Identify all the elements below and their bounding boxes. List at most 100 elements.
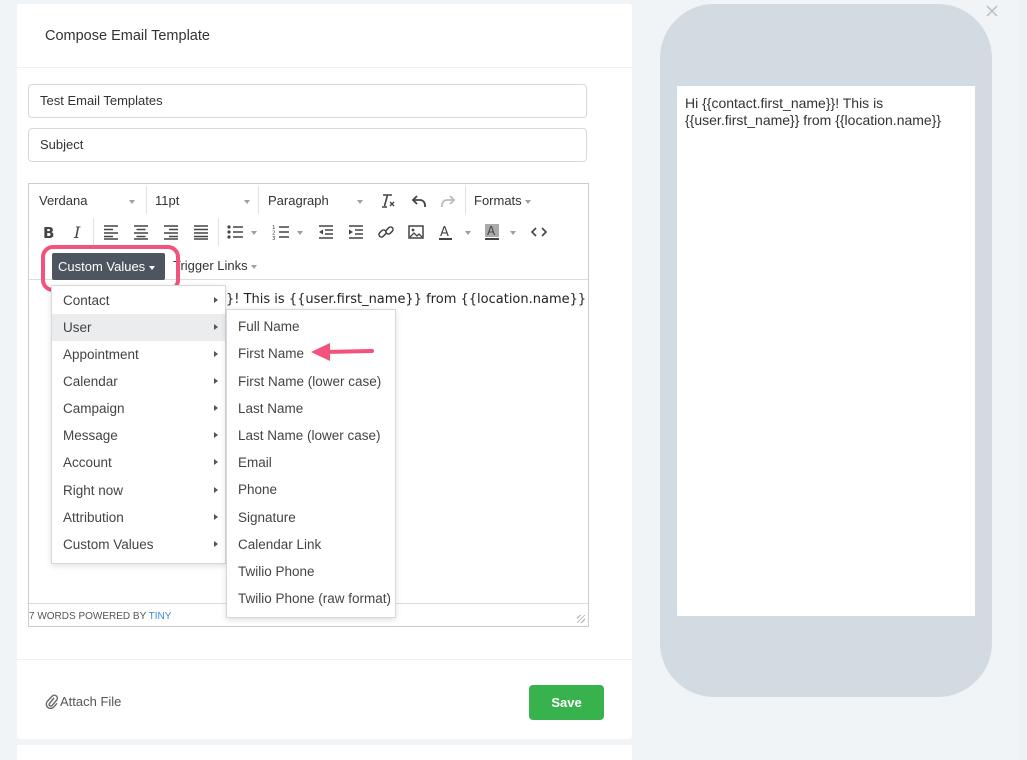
submenu-arrow-icon <box>214 432 218 438</box>
resize-handle-icon[interactable] <box>577 615 585 623</box>
undo-icon[interactable] <box>410 192 428 210</box>
attach-file-link[interactable]: Attach File <box>45 694 122 710</box>
trigger-links-label: Trigger Links <box>173 258 248 273</box>
menu-item-message[interactable]: Message <box>52 422 225 449</box>
paperclip-icon <box>45 694 59 710</box>
font-family-label: Verdana <box>39 193 88 208</box>
submenu-item-first-name-lower[interactable]: First Name (lower case) <box>227 368 395 395</box>
submenu-item-twilio-phone[interactable]: Twilio Phone <box>227 558 395 585</box>
menu-item-appointment[interactable]: Appointment <box>52 341 225 368</box>
menu-item-label: Appointment <box>63 347 139 362</box>
align-justify-icon[interactable] <box>192 223 210 241</box>
block-format-label: Paragraph <box>268 193 329 208</box>
email-preview-screen: Hi {{contact.first_name}}! This is {{use… <box>677 86 975 616</box>
toolbar-divider <box>93 218 94 246</box>
submenu-arrow-icon <box>214 459 218 465</box>
font-size-caret-icon <box>244 200 250 204</box>
template-name-input[interactable]: Test Email Templates <box>28 84 587 118</box>
outdent-icon[interactable] <box>317 223 335 241</box>
toolbar-divider <box>146 186 147 214</box>
svg-text:A: A <box>440 225 449 240</box>
bold-icon[interactable]: B <box>40 223 58 241</box>
svg-text:I: I <box>73 223 81 241</box>
save-button[interactable]: Save <box>529 685 604 720</box>
bullet-list-icon[interactable] <box>226 223 244 241</box>
formats-menu[interactable]: Formats <box>474 192 532 210</box>
numbered-list-icon[interactable]: 123 <box>272 223 290 241</box>
menu-item-account[interactable]: Account <box>52 449 225 476</box>
menu-item-user[interactable]: User <box>52 314 225 341</box>
align-right-icon[interactable] <box>162 223 180 241</box>
menu-item-label: Calendar <box>63 374 118 389</box>
indent-icon[interactable] <box>347 223 365 241</box>
submenu-arrow-icon <box>214 405 218 411</box>
block-format-caret-icon <box>357 200 363 204</box>
italic-icon[interactable]: I <box>69 223 87 241</box>
footer-divider <box>17 659 632 660</box>
submenu-item-twilio-phone-raw[interactable]: Twilio Phone (raw format) <box>227 585 395 612</box>
menu-item-custom-values[interactable]: Custom Values <box>52 531 225 558</box>
submenu-arrow-icon <box>214 487 218 493</box>
menu-item-label: User <box>63 320 92 335</box>
font-size-label: 11pt <box>155 193 180 208</box>
toolbar-divider <box>218 218 219 246</box>
submenu-arrow-icon <box>214 514 218 520</box>
submenu-arrow-icon <box>214 378 218 384</box>
subject-input[interactable]: Subject <box>28 128 587 162</box>
svg-text:B: B <box>43 224 54 241</box>
font-family-caret-icon <box>129 200 135 204</box>
submenu-item-signature[interactable]: Signature <box>227 504 395 531</box>
text-color-icon[interactable]: A <box>437 223 455 241</box>
close-icon[interactable] <box>985 4 999 18</box>
header-divider <box>17 67 632 68</box>
formats-caret-icon <box>525 199 532 204</box>
menu-item-attribution[interactable]: Attribution <box>52 504 225 531</box>
attach-file-label: Attach File <box>60 694 122 709</box>
font-size-select[interactable]: 11pt <box>155 192 179 210</box>
align-center-icon[interactable] <box>132 223 150 241</box>
menu-item-campaign[interactable]: Campaign <box>52 395 225 422</box>
word-count: 7 WORDS POWERED BY <box>29 611 149 622</box>
menu-item-label: Account <box>63 455 112 470</box>
submenu-item-full-name[interactable]: Full Name <box>227 313 395 340</box>
submenu-item-calendar-link[interactable]: Calendar Link <box>227 531 395 558</box>
block-format-select[interactable]: Paragraph <box>268 192 329 210</box>
background-color-icon[interactable]: A <box>483 223 501 241</box>
numbered-list-caret-icon[interactable] <box>297 231 303 235</box>
submenu-item-email[interactable]: Email <box>227 449 395 476</box>
menu-item-contact[interactable]: Contact <box>52 287 225 314</box>
submenu-arrow-icon <box>214 351 218 357</box>
page-scroll-track <box>1019 0 1027 760</box>
menu-item-label: Campaign <box>63 401 125 416</box>
font-family-select[interactable]: Verdana <box>39 192 87 210</box>
menu-item-right-now[interactable]: Right now <box>52 477 225 504</box>
trigger-links-caret-icon <box>251 264 258 269</box>
svg-text:A: A <box>487 224 496 238</box>
card-title: Compose Email Template <box>45 28 210 44</box>
custom-values-dropdown: Contact User Appointment Calendar Campai… <box>51 285 226 564</box>
editor-body-text[interactable]: }! This is {{user.first_name}} from {{lo… <box>226 292 586 307</box>
menu-item-label: Message <box>63 428 118 443</box>
clear-formatting-icon[interactable] <box>378 192 396 210</box>
background-color-caret-icon[interactable] <box>510 231 516 235</box>
text-color-caret-icon[interactable] <box>465 231 471 235</box>
image-icon[interactable] <box>407 223 425 241</box>
custom-values-button[interactable]: Custom Values <box>52 253 165 280</box>
align-left-icon[interactable] <box>102 223 120 241</box>
trigger-links-menu[interactable]: Trigger Links <box>173 258 258 273</box>
source-code-icon[interactable] <box>530 223 548 241</box>
menu-item-calendar[interactable]: Calendar <box>52 368 225 395</box>
menu-item-label: Right now <box>63 483 124 498</box>
tiny-link[interactable]: TINY <box>149 611 172 622</box>
menu-item-label: Contact <box>63 293 110 308</box>
pink-arrow-icon <box>311 343 374 361</box>
submenu-item-last-name-lower[interactable]: Last Name (lower case) <box>227 422 395 449</box>
link-icon[interactable] <box>377 223 395 241</box>
custom-values-caret-icon <box>149 265 156 270</box>
redo-icon[interactable] <box>439 192 457 210</box>
next-card-edge <box>17 745 632 760</box>
submenu-item-last-name[interactable]: Last Name <box>227 395 395 422</box>
bullet-list-caret-icon[interactable] <box>251 231 257 235</box>
toolbar-divider <box>465 186 466 214</box>
submenu-item-phone[interactable]: Phone <box>227 476 395 503</box>
